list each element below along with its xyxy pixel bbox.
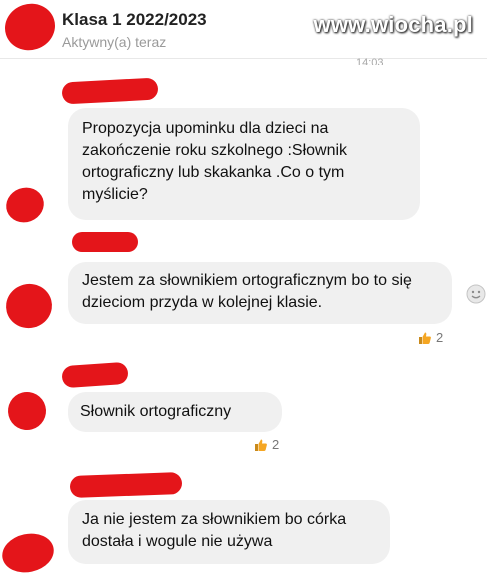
message-bubble[interactable]: Jestem za słownikiem ortograficznym bo t… xyxy=(68,262,452,324)
chat-status: Aktywny(a) teraz xyxy=(62,34,167,50)
message-text: Propozycja upominku dla dzieci na zakońc… xyxy=(82,120,348,203)
message-text: Słownik ortograficzny xyxy=(80,403,232,420)
sender-avatar-redacted[interactable] xyxy=(0,529,58,577)
like-reaction[interactable]: 2 xyxy=(254,437,279,452)
emoji-react-icon[interactable] xyxy=(466,284,486,304)
sender-avatar-redacted[interactable] xyxy=(3,387,51,435)
message-bubble[interactable]: Propozycja upominku dla dzieci na zakońc… xyxy=(68,108,420,220)
watermark: www.wiocha.pl xyxy=(313,12,473,37)
message-text: Jestem za słownikiem ortograficznym bo t… xyxy=(82,272,412,311)
thumbs-up-icon xyxy=(255,439,267,451)
reaction-count: 2 xyxy=(436,330,444,345)
message-bubble[interactable]: Ja nie jestem za słownikiem bo córka dos… xyxy=(68,500,390,564)
sender-name-redacted xyxy=(61,361,129,389)
sender-name-redacted xyxy=(72,232,138,252)
message-bubble[interactable]: Słownik ortograficzny xyxy=(68,392,282,432)
like-reaction[interactable]: 2 xyxy=(418,330,443,345)
sender-avatar-redacted[interactable] xyxy=(1,182,49,228)
sender-name-redacted xyxy=(69,472,183,498)
message-text: Ja nie jestem za słownikiem bo córka dos… xyxy=(82,511,347,550)
message-timestamp: 14:03 xyxy=(356,57,384,65)
group-avatar-redacted[interactable] xyxy=(0,0,62,57)
thumbs-up-icon xyxy=(419,332,431,344)
sender-avatar-redacted[interactable] xyxy=(1,278,57,334)
sender-name-redacted xyxy=(61,77,159,105)
chat-title[interactable]: Klasa 1 2022/2023 xyxy=(62,10,207,30)
reaction-count: 2 xyxy=(272,437,280,452)
chat-header: Klasa 1 2022/2023 Aktywny(a) teraz www.w… xyxy=(0,0,487,59)
